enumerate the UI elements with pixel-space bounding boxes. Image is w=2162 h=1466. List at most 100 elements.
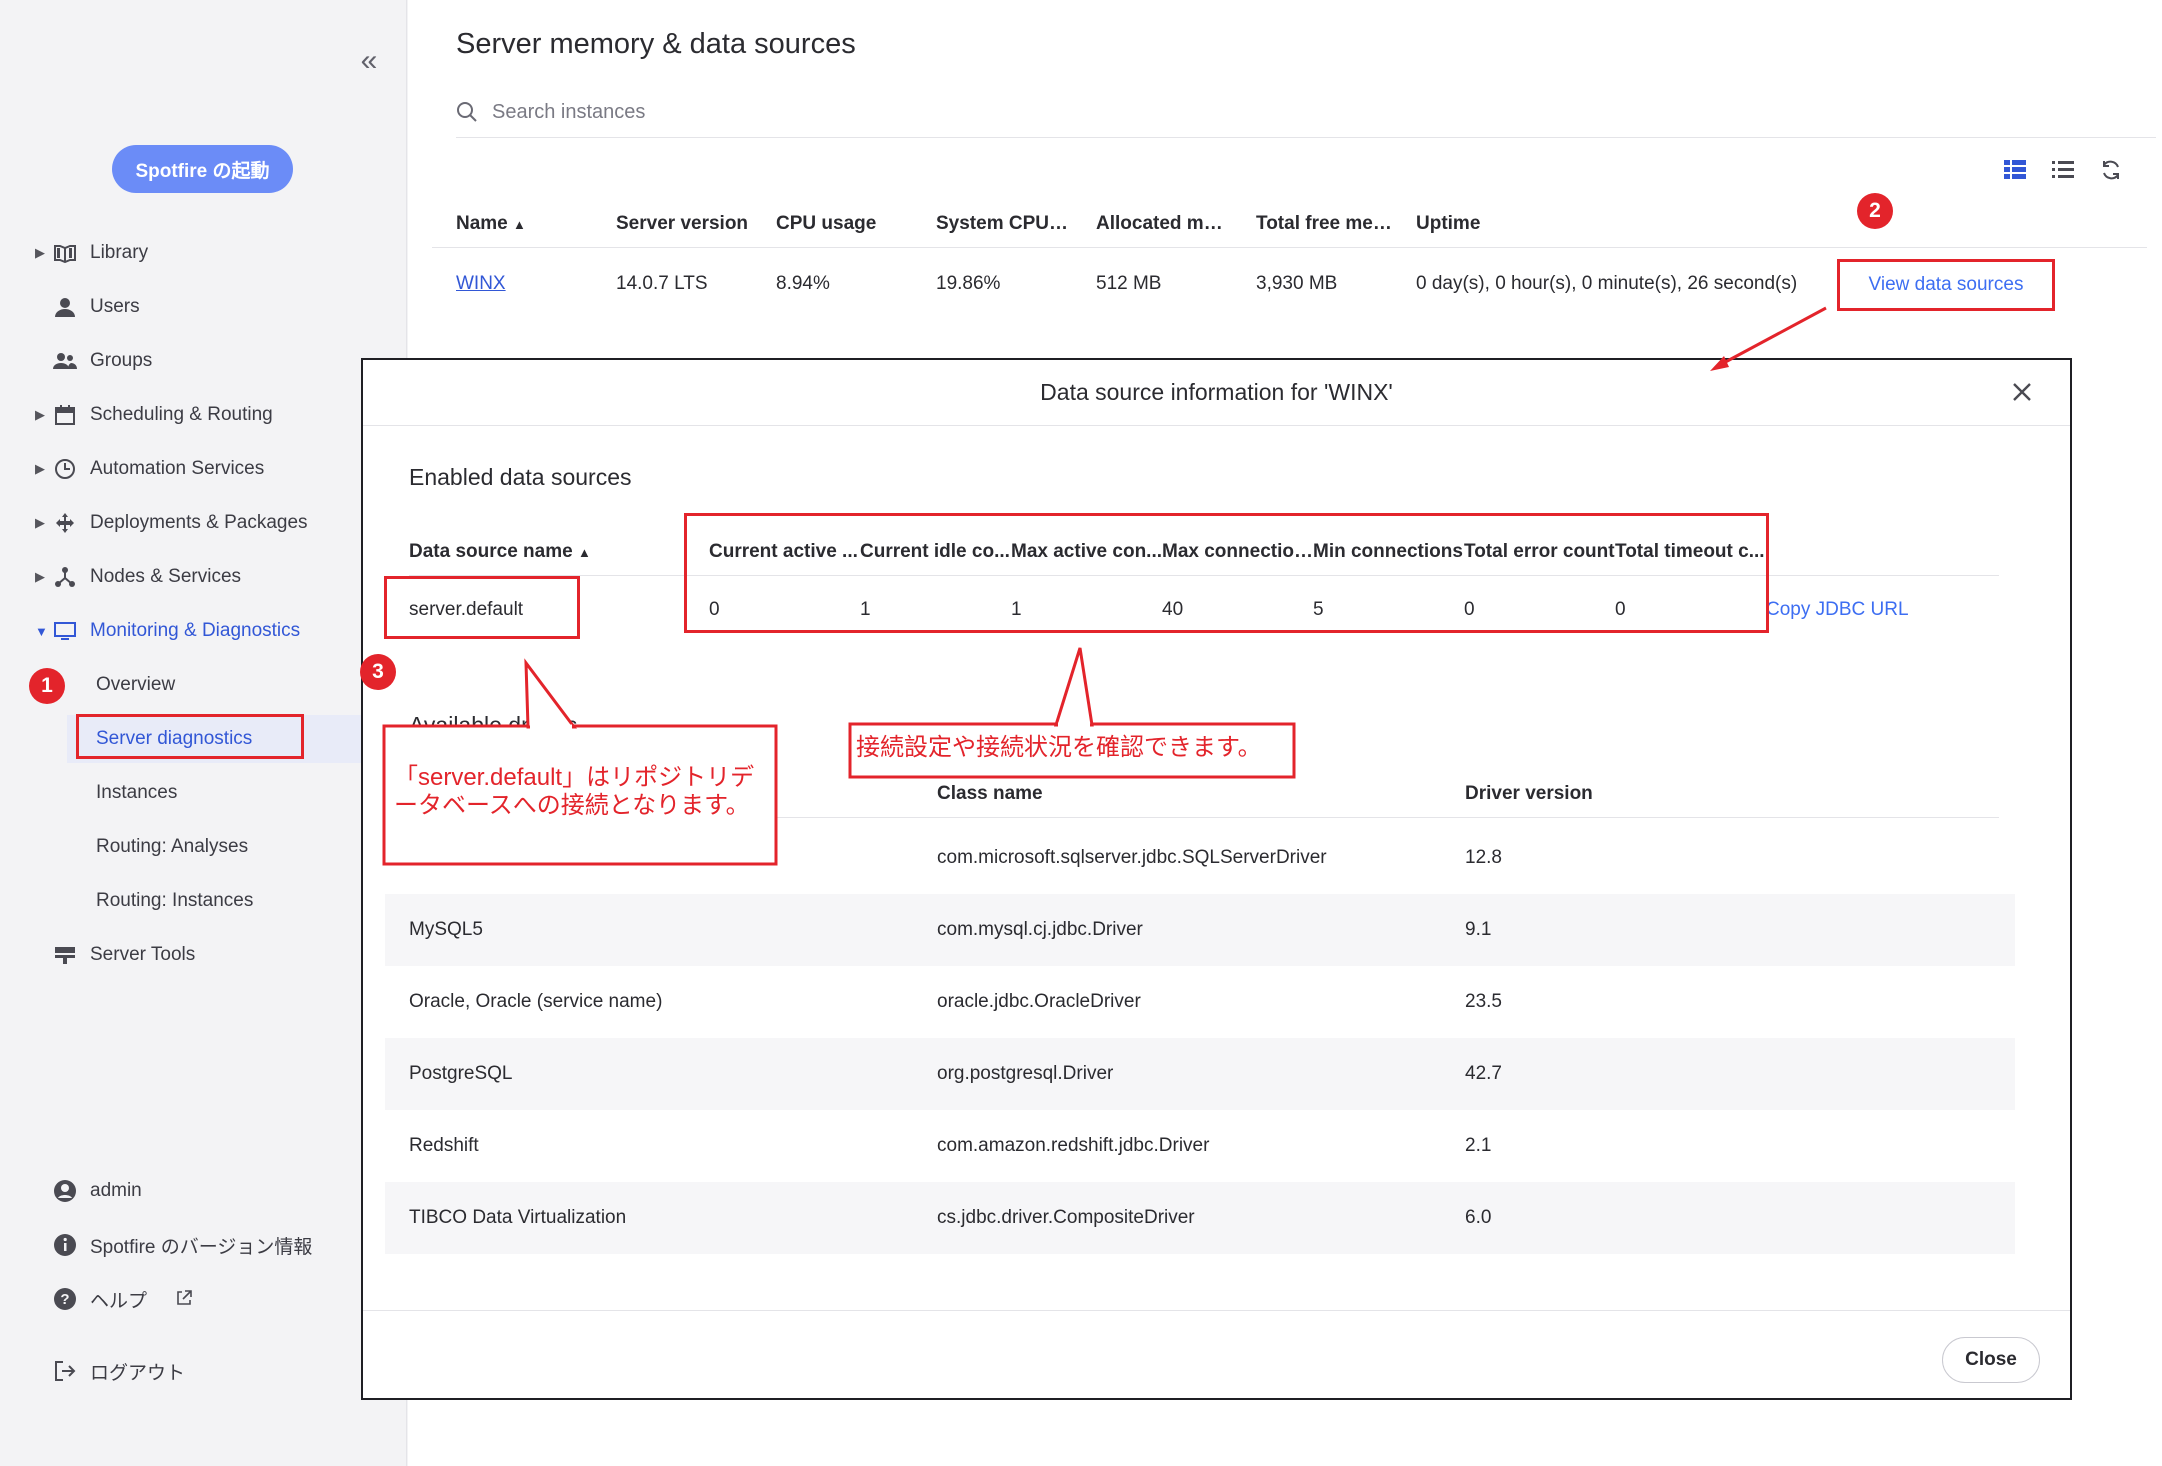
sidebar-subitem-routing-instances[interactable]: Routing: Instances xyxy=(0,874,407,928)
view-tools xyxy=(2000,155,2126,185)
driver-class: oracle.jdbc.OracleDriver xyxy=(937,991,1141,1012)
search-input[interactable] xyxy=(492,101,1092,124)
search-icon xyxy=(456,101,480,125)
cell-free-memory: 3,930 MB xyxy=(1256,273,1338,294)
close-button[interactable]: Close xyxy=(1942,1337,2040,1383)
nodes-icon xyxy=(53,565,77,589)
clock-icon xyxy=(53,457,77,481)
column-header[interactable]: Driver version xyxy=(1465,783,1765,805)
driver-class: com.microsoft.sqlserver.jdbc.SQLServerDr… xyxy=(937,847,1327,868)
driver-version: 2.1 xyxy=(1465,1135,1492,1156)
sidebar-item-admin[interactable]: admin xyxy=(0,1164,407,1218)
sidebar-subitem-label: Overview xyxy=(96,674,176,695)
sidebar-subitem-routing-analyses[interactable]: Routing: Analyses xyxy=(0,820,407,874)
sidebar-subitem-label: Routing: Instances xyxy=(96,890,254,911)
column-header[interactable]: Server version xyxy=(592,213,752,235)
annotation-callout-server-default: 「server.default」はリポジトリデータベースへの接続となります。 xyxy=(394,764,755,819)
enabled-sources-title: Enabled data sources xyxy=(409,464,632,490)
step-badge-2: 2 xyxy=(1857,193,1893,229)
table-row: Redshift com.amazon.redshift.jdbc.Driver… xyxy=(385,1110,2015,1182)
column-header[interactable]: CPU usage xyxy=(752,213,912,235)
help-icon: ? xyxy=(53,1287,77,1311)
column-header[interactable]: Total free memo... xyxy=(1232,213,1392,235)
driver-name: PostgreSQL xyxy=(409,1063,513,1084)
cell-uptime: 0 day(s), 0 hour(s), 0 minute(s), 26 sec… xyxy=(1416,273,1798,294)
annotation-callout-connections: 接続設定や接続状況を確認できます。 xyxy=(856,734,1262,761)
dialog-title: Data source information for 'WINX' xyxy=(363,360,2070,426)
highlight-connection-columns xyxy=(684,513,1769,633)
sidebar-subitem-label: Instances xyxy=(96,782,178,803)
sidebar-subitem-instances[interactable]: Instances xyxy=(0,766,407,820)
sidebar-item-label: Automation Services xyxy=(90,458,265,479)
column-header[interactable]: System CPU usa... xyxy=(912,213,1072,235)
group-icon xyxy=(53,349,77,373)
sidebar-item-scheduling[interactable]: ▶ Scheduling & Routing xyxy=(0,388,407,442)
column-header[interactable]: Allocated memo... xyxy=(1072,213,1232,235)
driver-version: 42.7 xyxy=(1465,1063,1502,1084)
sidebar-item-version-info[interactable]: Spotfire のバージョン情報 xyxy=(0,1218,407,1272)
instance-link[interactable]: WINX xyxy=(456,273,506,294)
sidebar-item-label: Scheduling & Routing xyxy=(90,404,273,425)
sidebar-item-logout[interactable]: ログアウト xyxy=(0,1344,407,1398)
sidebar-item-label: Server Tools xyxy=(90,944,196,965)
table-row: PostgreSQL org.postgresql.Driver 42.7 xyxy=(385,1038,2015,1110)
sidebar-item-label: Nodes & Services xyxy=(90,566,242,587)
view-data-sources-button[interactable]: View data sources xyxy=(1837,259,2055,311)
cell-system-cpu: 19.86% xyxy=(936,273,1001,294)
sidebar-item-label: ログアウト xyxy=(90,1362,186,1384)
column-header[interactable]: Class name xyxy=(937,783,1465,805)
svg-text:?: ? xyxy=(60,1291,69,1308)
cell-allocated-memory: 512 MB xyxy=(1096,273,1162,294)
move-icon xyxy=(53,511,77,535)
driver-name: MySQL5 xyxy=(409,919,483,940)
sidebar-item-deployments[interactable]: ▶ Deployments & Packages xyxy=(0,496,407,550)
sidebar-item-label: ヘルプ xyxy=(90,1290,148,1312)
sidebar-item-nodes[interactable]: ▶ Nodes & Services xyxy=(0,550,407,604)
column-header-name[interactable]: Name ▲ xyxy=(432,213,592,235)
table-row: MySQL5 com.mysql.cj.jdbc.Driver 9.1 xyxy=(385,894,2015,966)
sidebar-item-groups[interactable]: Groups xyxy=(0,334,407,388)
sidebar-item-label: Deployments & Packages xyxy=(90,512,308,533)
step-badge-1: 1 xyxy=(29,668,65,704)
collapse-sidebar-icon[interactable]: « xyxy=(352,44,386,78)
driver-class: cs.jdbc.driver.CompositeDriver xyxy=(937,1207,1195,1228)
sidebar-nav: ▶ Library Users Groups ▶ Scheduling & Ro… xyxy=(0,226,407,982)
expand-caret-icon: ▶ xyxy=(35,245,45,260)
driver-version: 12.8 xyxy=(1465,847,1502,868)
launch-spotfire-button[interactable]: Spotfire の起動 xyxy=(112,145,293,193)
table-row: com.microsoft.sqlserver.jdbc.SQLServerDr… xyxy=(385,822,2015,894)
driver-version: 6.0 xyxy=(1465,1207,1492,1228)
sort-asc-icon: ▲ xyxy=(577,544,591,560)
sidebar-item-monitoring[interactable]: ▼ Monitoring & Diagnostics xyxy=(0,604,407,658)
driver-class: org.postgresql.Driver xyxy=(937,1063,1114,1084)
dialog-footer: Close xyxy=(363,1310,2070,1398)
expand-caret-icon: ▶ xyxy=(35,515,45,530)
sidebar-item-server-tools[interactable]: Server Tools xyxy=(0,928,407,982)
table-view-icon[interactable] xyxy=(2000,155,2030,185)
sidebar-item-users[interactable]: Users xyxy=(0,280,407,334)
sidebar-item-help[interactable]: ? ヘルプ xyxy=(0,1272,407,1326)
available-drivers-title: Available drivers xyxy=(409,712,578,738)
column-header-name[interactable]: Data source name ▲ xyxy=(409,541,709,563)
sidebar-item-label: Spotfire のバージョン情報 xyxy=(90,1236,313,1258)
close-icon[interactable] xyxy=(2004,374,2040,410)
sidebar-item-label: Groups xyxy=(90,350,153,371)
step-badge-3: 3 xyxy=(360,654,396,690)
book-icon xyxy=(53,241,77,265)
column-header[interactable]: Uptime xyxy=(1392,213,1812,235)
external-link-icon xyxy=(176,1290,192,1312)
logout-icon xyxy=(53,1359,77,1383)
expand-caret-icon: ▶ xyxy=(35,407,45,422)
sidebar-item-library[interactable]: ▶ Library xyxy=(0,226,407,280)
calendar-icon xyxy=(53,403,77,427)
sidebar-item-automation[interactable]: ▶ Automation Services xyxy=(0,442,407,496)
sidebar-item-label: admin xyxy=(90,1180,142,1201)
copy-jdbc-url-link[interactable]: Copy JDBC URL xyxy=(1766,599,1926,621)
expand-caret-icon: ▶ xyxy=(35,569,45,584)
refresh-icon[interactable] xyxy=(2096,155,2126,185)
driver-name: Oracle, Oracle (service name) xyxy=(409,991,663,1012)
cell-cpu: 8.94% xyxy=(776,273,830,294)
list-view-icon[interactable] xyxy=(2048,155,2078,185)
monitor-icon xyxy=(53,619,77,643)
sidebar-item-label: Users xyxy=(90,296,140,317)
